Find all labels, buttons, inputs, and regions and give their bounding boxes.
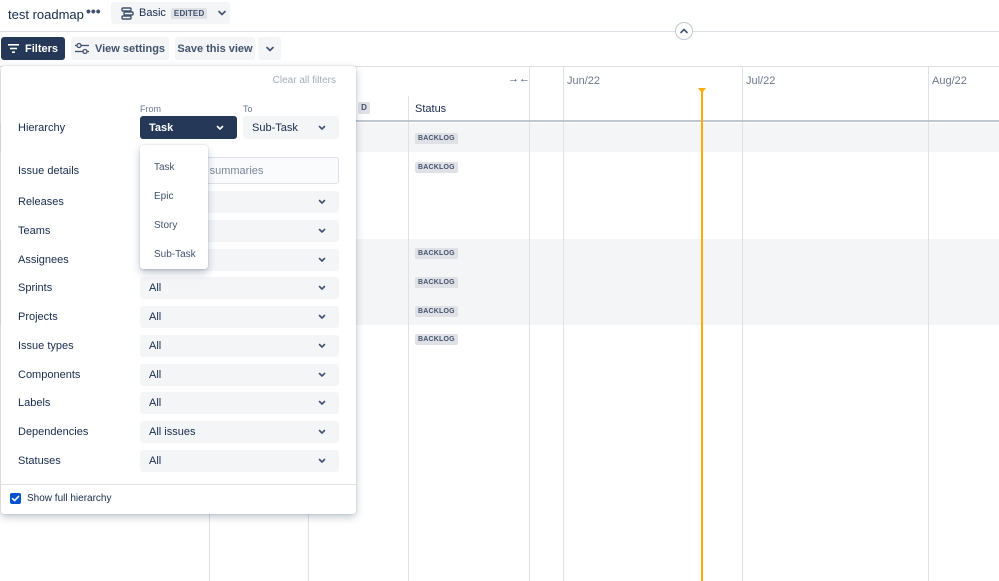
hierarchy-to-value: Sub-Task [252, 121, 298, 134]
issue-types-value: All [149, 340, 162, 352]
month-divider [563, 67, 564, 581]
hierarchy-label: Hierarchy [18, 122, 66, 134]
view-list-icon [121, 6, 134, 20]
chevron-down-icon [318, 458, 326, 463]
dependencies-label: Dependencies [18, 426, 89, 438]
view-settings-label: View settings [94, 42, 166, 55]
chevron-down-icon [265, 46, 274, 51]
sliders-icon [74, 43, 89, 54]
view-selector[interactable]: Basic EDITED [111, 2, 230, 24]
hierarchy-from-select[interactable]: Task [140, 116, 237, 139]
more-actions-icon[interactable]: ••• [86, 3, 101, 19]
month-divider [742, 67, 743, 581]
roadmap-header: test roadmap ••• Basic EDITED [0, 0, 999, 32]
assignees-label: Assignees [18, 254, 69, 266]
chevron-down-icon [218, 10, 227, 16]
status-badge: BACKLOG [415, 162, 458, 173]
chevron-down-icon [318, 400, 326, 405]
check-icon [11, 495, 20, 502]
chevron-down-icon [318, 125, 326, 130]
projects-select[interactable]: All [140, 306, 339, 328]
labels-select[interactable]: All [140, 392, 339, 414]
status-badge: BACKLOG [415, 306, 458, 317]
clear-all-filters-link[interactable]: Clear all filters [273, 75, 336, 86]
month-divider [928, 67, 929, 581]
save-view-label: Save this view [177, 42, 253, 55]
labels-value: All [149, 397, 162, 409]
roadmap-title: test roadmap [8, 7, 84, 22]
releases-label: Releases [18, 196, 64, 208]
hierarchy-from-menu: Task Epic Story Sub-Task [140, 145, 208, 269]
chevron-down-icon [318, 314, 326, 319]
issue-types-select[interactable]: All [140, 335, 339, 357]
filters-button[interactable]: Filters [1, 37, 65, 60]
issue-details-label: Issue details [18, 165, 80, 177]
components-select[interactable]: All [140, 364, 339, 386]
save-view-button[interactable]: Save this view [175, 37, 255, 60]
status-badge: BACKLOG [415, 248, 458, 259]
chevron-down-icon [318, 429, 326, 434]
dependencies-select[interactable]: All issues [140, 421, 339, 443]
dependencies-value: All issues [149, 426, 196, 438]
filters-panel: Clear all filters From To Hierarchy Task… [1, 66, 356, 514]
menu-item-task[interactable]: Task [140, 153, 208, 182]
status-badge: BACKLOG [415, 277, 458, 288]
to-label: To [243, 104, 253, 114]
show-full-hierarchy-checkbox[interactable] [10, 493, 21, 504]
hierarchy-from-value: Task [149, 121, 174, 134]
chevron-down-icon [318, 199, 326, 204]
filters-label: Filters [24, 42, 58, 55]
issue-types-label: Issue types [18, 340, 74, 352]
toolbar: Filters View settings Save this view [0, 37, 999, 63]
projects-label: Projects [18, 311, 58, 323]
chevron-down-icon [318, 343, 326, 348]
view-name: Basic [139, 7, 166, 19]
projects-value: All [149, 311, 162, 323]
column-header-status[interactable]: Status [415, 103, 446, 115]
sprints-select[interactable]: All [140, 277, 339, 299]
chevron-down-icon [318, 372, 326, 377]
column-divider [529, 67, 530, 581]
from-label: From [140, 104, 161, 114]
menu-item-story[interactable]: Story [140, 211, 208, 240]
month-label: Jul/22 [746, 75, 776, 87]
status-badge: BACKLOG [415, 334, 458, 345]
components-label: Components [18, 369, 81, 381]
column-divider [408, 96, 409, 581]
today-marker-line [701, 90, 703, 581]
month-label: Jun/22 [567, 75, 601, 87]
statuses-value: All [149, 455, 162, 467]
sprints-value: All [149, 282, 162, 294]
statuses-label: Statuses [18, 455, 61, 467]
edited-badge: EDITED [170, 7, 208, 19]
filter-icon [7, 44, 19, 53]
show-full-hierarchy-label: Show full hierarchy [27, 493, 112, 504]
header-divider [356, 120, 999, 122]
menu-item-sub-task[interactable]: Sub-Task [140, 240, 208, 269]
collapse-columns-icon[interactable]: →← [508, 73, 530, 85]
menu-item-epic[interactable]: Epic [140, 182, 208, 211]
column-header-dates[interactable]: D [358, 102, 370, 114]
panel-divider [1, 484, 356, 485]
labels-label: Labels [18, 397, 51, 409]
components-value: All [149, 369, 162, 381]
chevron-down-icon [318, 228, 326, 233]
chevron-down-icon [318, 257, 326, 262]
view-settings-button[interactable]: View settings [71, 37, 169, 60]
hierarchy-to-select[interactable]: Sub-Task [243, 116, 339, 139]
sprints-label: Sprints [18, 282, 53, 294]
month-label: Aug/22 [932, 75, 967, 87]
chevron-down-icon [318, 285, 326, 290]
teams-label: Teams [18, 225, 51, 237]
save-options-button[interactable] [258, 37, 281, 60]
status-badge: BACKLOG [415, 133, 458, 144]
statuses-select[interactable]: All [140, 450, 339, 472]
chevron-down-icon [216, 125, 224, 130]
